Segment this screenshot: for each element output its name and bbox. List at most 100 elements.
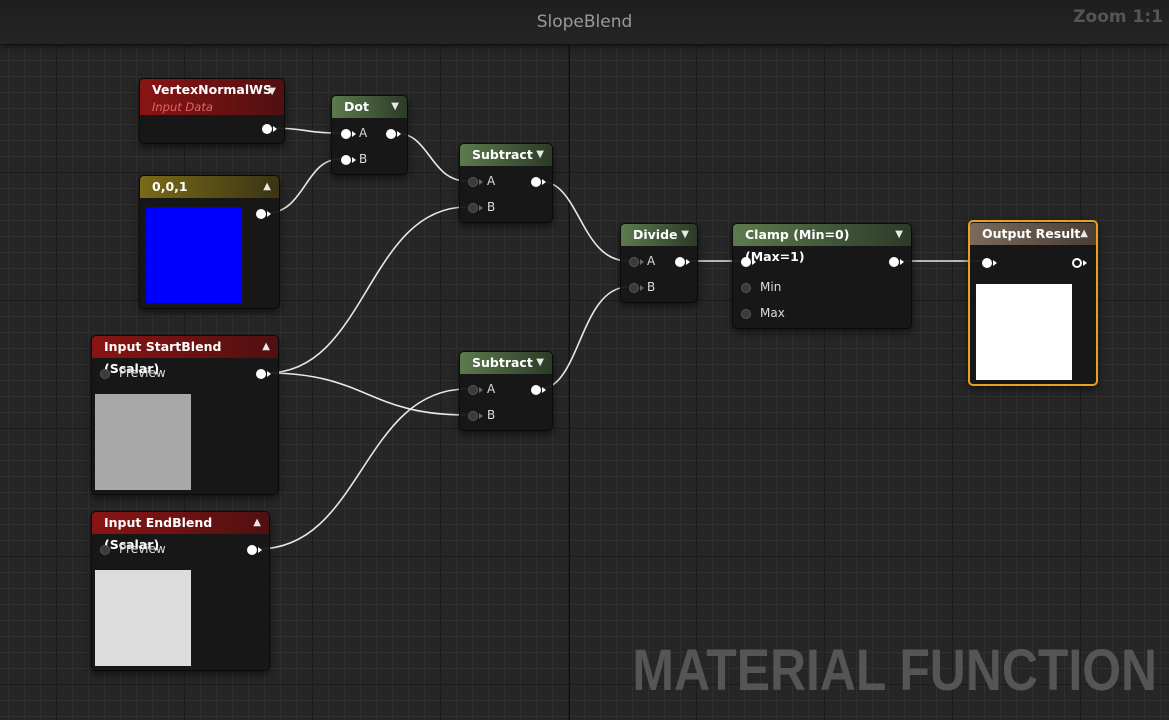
- pin-arrow-icon: [479, 205, 483, 211]
- output-result-node[interactable]: Output Result ▲: [968, 220, 1098, 386]
- wire-start-to-sub1-b: [266, 206, 468, 374]
- dot-node[interactable]: Dot ▼ A B: [331, 95, 408, 175]
- pin-label-max: Max: [760, 306, 785, 320]
- expand-arrow-icon[interactable]: ▲: [1080, 223, 1088, 245]
- pin-arrow-icon: [686, 259, 690, 265]
- pin-label-a: A: [647, 254, 656, 268]
- divide-node[interactable]: Divide ▼ A B: [620, 223, 698, 303]
- node-header: Subtract ▼: [460, 352, 552, 374]
- input-pin-b[interactable]: [341, 155, 351, 165]
- color-preview-swatch: [146, 207, 242, 303]
- graph-origin-axis: [569, 44, 570, 720]
- preview-label: Preview: [119, 366, 166, 380]
- node-title: Subtract: [472, 147, 533, 162]
- vertex-normal-node[interactable]: VertexNormalWS Input Data ▼: [139, 78, 285, 144]
- scalar-preview-swatch: [95, 570, 191, 666]
- output-pin[interactable]: [262, 124, 272, 134]
- input-pin[interactable]: [982, 258, 992, 268]
- pin-label-a: A: [359, 126, 368, 140]
- node-header: 0,0,1 ▲: [140, 176, 279, 198]
- expand-arrow-icon[interactable]: ▲: [262, 336, 270, 358]
- expand-arrow-icon[interactable]: ▲: [253, 512, 261, 534]
- pin-arrow-icon: [542, 387, 546, 393]
- input-pin-max[interactable]: [741, 309, 751, 319]
- pin-label-a: A: [487, 382, 496, 396]
- preview-pin[interactable]: [100, 369, 110, 379]
- pin-arrow-icon: [267, 211, 271, 217]
- collapse-arrow-icon[interactable]: ▼: [536, 144, 544, 166]
- node-title: Subtract: [472, 355, 533, 370]
- pin-arrow-icon: [352, 157, 356, 163]
- pin-arrow-icon: [479, 413, 483, 419]
- subtract-node-2[interactable]: Subtract ▼ A B: [459, 351, 553, 431]
- pin-arrow-icon: [273, 126, 277, 132]
- pin-label-min: Min: [760, 280, 782, 294]
- preview-label: Preview: [119, 542, 166, 556]
- input-pin-min[interactable]: [741, 283, 751, 293]
- node-title: Output Result: [982, 226, 1081, 241]
- pin-arrow-icon: [542, 179, 546, 185]
- wire-end-to-sub2-a: [257, 388, 468, 550]
- input-pin-a[interactable]: [341, 129, 351, 139]
- node-title: VertexNormalWS: [152, 82, 272, 97]
- output-pin[interactable]: [386, 129, 396, 139]
- output-pin[interactable]: [889, 257, 899, 267]
- wire-sub2-to-divide-b: [539, 286, 629, 390]
- node-header: Input StartBlend (Scalar) ▲: [92, 336, 278, 376]
- wire-sub1-to-divide-a: [539, 180, 629, 262]
- output-pin[interactable]: [256, 369, 266, 379]
- preview-pin[interactable]: [100, 545, 110, 555]
- node-header: Dot ▼: [332, 96, 407, 118]
- graph-title-bar: SlopeBlend Zoom 1:1: [0, 0, 1169, 44]
- pin-label-b: B: [647, 280, 656, 294]
- pin-label-b: B: [359, 152, 368, 166]
- graph-title: SlopeBlend: [536, 12, 633, 32]
- pin-label-b: B: [487, 408, 496, 422]
- input-pin-a[interactable]: [468, 385, 478, 395]
- output-pin[interactable]: [531, 385, 541, 395]
- collapse-arrow-icon[interactable]: ▼: [391, 96, 399, 118]
- pin-arrow-icon: [640, 259, 644, 265]
- input-pin-b[interactable]: [629, 283, 639, 293]
- node-title: Clamp (Min=0) (Max=1): [745, 227, 850, 264]
- output-pin[interactable]: [256, 209, 266, 219]
- collapse-arrow-icon[interactable]: ▼: [895, 224, 903, 246]
- node-header: VertexNormalWS Input Data ▼: [140, 79, 284, 115]
- pin-arrow-icon: [352, 131, 356, 137]
- pin-arrow-icon: [479, 387, 483, 393]
- node-title: Dot: [344, 99, 369, 114]
- input-pin-a[interactable]: [468, 177, 478, 187]
- constant-vector-node[interactable]: 0,0,1 ▲: [139, 175, 280, 309]
- expand-arrow-icon[interactable]: ▲: [263, 176, 271, 198]
- node-subtitle: Input Data: [152, 100, 213, 114]
- subtract-node-1[interactable]: Subtract ▼ A B: [459, 143, 553, 223]
- pin-label-a: A: [487, 174, 496, 188]
- input-pin-a[interactable]: [629, 257, 639, 267]
- node-header: Clamp (Min=0) (Max=1) ▼: [733, 224, 911, 264]
- node-header: Divide ▼: [621, 224, 697, 246]
- pin-arrow-icon: [479, 179, 483, 185]
- output-preview-swatch: [976, 284, 1072, 380]
- zoom-level: Zoom 1:1: [1073, 7, 1163, 27]
- input-pin-b[interactable]: [468, 203, 478, 213]
- collapse-arrow-icon[interactable]: ▼: [536, 352, 544, 374]
- input-endblend-node[interactable]: Input EndBlend (Scalar) ▲ Preview: [91, 511, 270, 671]
- node-title: Divide: [633, 227, 678, 242]
- input-pin-b[interactable]: [468, 411, 478, 421]
- wire-start-to-sub2-b: [266, 372, 468, 416]
- pin-label-b: B: [487, 200, 496, 214]
- collapse-arrow-icon[interactable]: ▼: [268, 81, 276, 103]
- output-pin[interactable]: [247, 545, 257, 555]
- input-pin[interactable]: [741, 257, 751, 267]
- node-title: 0,0,1: [152, 179, 188, 194]
- output-pin[interactable]: [675, 257, 685, 267]
- output-pin[interactable]: [1072, 258, 1082, 268]
- pin-arrow-icon: [397, 131, 401, 137]
- material-function-watermark: MATERIAL FUNCTION: [632, 638, 1157, 703]
- collapse-arrow-icon[interactable]: ▼: [681, 224, 689, 246]
- input-startblend-node[interactable]: Input StartBlend (Scalar) ▲ Preview: [91, 335, 279, 495]
- output-pin[interactable]: [531, 177, 541, 187]
- scalar-preview-swatch: [95, 394, 191, 490]
- clamp-node[interactable]: Clamp (Min=0) (Max=1) ▼ Min Max: [732, 223, 912, 329]
- node-header: Output Result ▲: [970, 223, 1096, 245]
